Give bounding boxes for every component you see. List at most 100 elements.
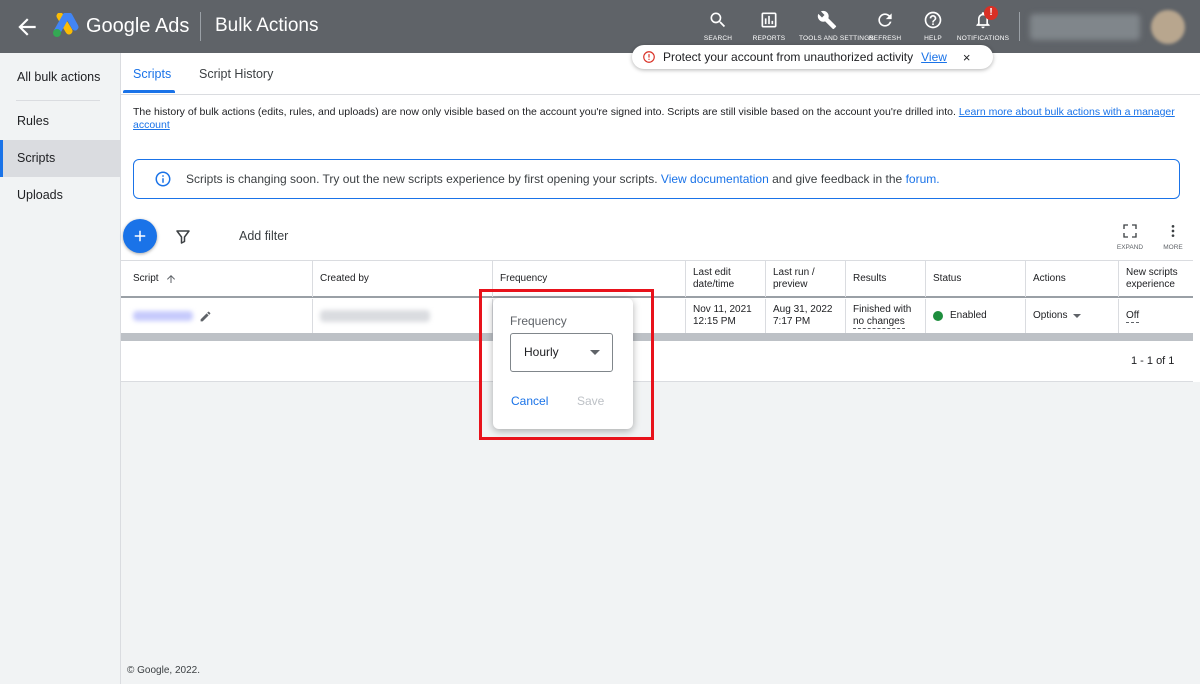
sidebar-divider bbox=[16, 100, 100, 101]
horizontal-scrollbar[interactable] bbox=[121, 333, 1193, 341]
page-title: Bulk Actions bbox=[215, 15, 319, 36]
account-info[interactable] bbox=[1030, 14, 1140, 40]
column-header-created-by[interactable]: Created by bbox=[313, 261, 493, 297]
help-button[interactable]: HELP bbox=[905, 10, 961, 46]
wrench-icon bbox=[817, 10, 837, 30]
search-button[interactable]: SEARCH bbox=[690, 10, 746, 46]
tab-scripts[interactable]: Scripts bbox=[133, 53, 171, 95]
close-icon[interactable]: × bbox=[963, 50, 971, 65]
column-header-new-scripts-experience[interactable]: New scripts experience bbox=[1119, 261, 1193, 297]
reports-label: REPORTS bbox=[752, 35, 786, 42]
options-caret-icon bbox=[1073, 314, 1082, 318]
frequency-selected-value: Hourly bbox=[524, 345, 559, 359]
table-header: Script Created by Frequency Last edit da… bbox=[121, 260, 1193, 298]
tools-label: TOOLS AND SETTINGS bbox=[799, 35, 874, 42]
sidebar-item-uploads[interactable]: Uploads bbox=[0, 177, 120, 214]
notifications-button[interactable]: ! NOTIFICATIONS bbox=[955, 6, 1011, 46]
notifications-label: NOTIFICATIONS bbox=[956, 35, 1010, 42]
sort-arrow-up-icon bbox=[166, 275, 175, 283]
cell-status: Enabled bbox=[926, 299, 1026, 333]
creator-redacted bbox=[320, 310, 430, 322]
forum-link[interactable]: forum bbox=[906, 172, 937, 186]
last-edit-time: 12:15 PM bbox=[693, 316, 736, 327]
tab-script-history[interactable]: Script History bbox=[199, 53, 273, 95]
brand-name: Google Ads bbox=[86, 15, 190, 37]
google-ads-logo bbox=[53, 13, 79, 37]
sidebar: All bulk actions Rules Scripts Uploads bbox=[0, 53, 121, 684]
table-row: Nov 11, 2021 12:15 PM Aug 31, 2022 7:17 … bbox=[121, 299, 1193, 333]
status-enabled-dot bbox=[933, 311, 943, 321]
add-script-button[interactable] bbox=[123, 219, 157, 253]
column-script-label: Script bbox=[133, 273, 159, 284]
sidebar-item-all-bulk-actions[interactable]: All bulk actions bbox=[0, 59, 120, 96]
cancel-button[interactable]: Cancel bbox=[511, 394, 548, 408]
edit-pencil-icon[interactable] bbox=[199, 310, 212, 323]
protect-account-banner: Protect your account from unauthorized a… bbox=[632, 45, 993, 69]
reports-button[interactable]: REPORTS bbox=[741, 10, 797, 46]
column-header-status[interactable]: Status bbox=[926, 261, 1026, 297]
column-header-last-edit[interactable]: Last edit date/time bbox=[686, 261, 766, 297]
expand-icon bbox=[1123, 224, 1137, 238]
script-name-redacted[interactable] bbox=[133, 311, 193, 321]
column-header-results[interactable]: Results bbox=[846, 261, 926, 297]
column-header-last-run[interactable]: Last run / preview bbox=[766, 261, 846, 297]
warning-icon bbox=[643, 51, 655, 63]
scripts-table-card: Add filter EXPAND MORE Script Created by… bbox=[121, 213, 1193, 382]
pagination-text: 1 - 1 of 1 bbox=[1131, 355, 1175, 367]
last-run-time: 7:17 PM bbox=[773, 316, 811, 327]
frequency-popup-label: Frequency bbox=[510, 314, 567, 328]
cell-last-edit: Nov 11, 2021 12:15 PM bbox=[686, 299, 766, 333]
results-line-2[interactable]: no changes bbox=[853, 316, 905, 329]
back-arrow-icon[interactable] bbox=[14, 14, 40, 40]
toolbar-divider bbox=[1019, 12, 1020, 41]
column-header-actions[interactable]: Actions bbox=[1026, 261, 1119, 297]
info-text-end: . bbox=[936, 172, 940, 186]
search-label: SEARCH bbox=[703, 35, 733, 42]
cell-actions[interactable]: Options bbox=[1026, 299, 1119, 333]
column-header-frequency[interactable]: Frequency bbox=[493, 261, 686, 297]
more-button[interactable]: MORE bbox=[1156, 223, 1190, 251]
expand-label: EXPAND bbox=[1116, 244, 1144, 251]
column-header-script[interactable]: Script bbox=[126, 261, 313, 297]
view-documentation-link[interactable]: View documentation bbox=[661, 172, 769, 186]
notice-message: The history of bulk actions (edits, rule… bbox=[133, 106, 956, 118]
more-label: MORE bbox=[1163, 244, 1183, 251]
frequency-select[interactable]: Hourly bbox=[510, 333, 613, 372]
protect-view-link[interactable]: View bbox=[921, 50, 947, 64]
brand-divider bbox=[200, 12, 201, 41]
cell-results[interactable]: Finished with no changes bbox=[846, 299, 926, 333]
avatar[interactable] bbox=[1151, 10, 1185, 44]
scrollbar-thumb[interactable] bbox=[121, 333, 1193, 341]
new-experience-toggle[interactable]: Off bbox=[1126, 310, 1140, 323]
info-text-middle: and give feedback in the bbox=[772, 172, 903, 186]
cell-new-scripts-experience[interactable]: Off bbox=[1119, 299, 1193, 333]
frequency-edit-popup: Frequency Hourly Cancel Save bbox=[493, 298, 633, 429]
chevron-down-icon bbox=[590, 350, 600, 355]
notice-area: The history of bulk actions (edits, rule… bbox=[121, 95, 1200, 213]
plus-icon bbox=[134, 230, 146, 242]
info-icon bbox=[155, 171, 171, 187]
more-vert-icon bbox=[1171, 225, 1175, 237]
cell-last-run: Aug 31, 2022 7:17 PM bbox=[766, 299, 846, 333]
cell-script-name[interactable] bbox=[126, 299, 313, 333]
notice-text: The history of bulk actions (edits, rule… bbox=[133, 106, 1183, 132]
sidebar-item-scripts[interactable]: Scripts bbox=[0, 140, 120, 177]
refresh-icon bbox=[878, 13, 892, 27]
tools-settings-button[interactable]: TOOLS AND SETTINGS bbox=[799, 10, 874, 46]
search-icon bbox=[710, 12, 726, 28]
help-icon bbox=[924, 11, 942, 29]
scripts-info-banner: Scripts is changing soon. Try out the ne… bbox=[133, 159, 1180, 199]
options-dropdown[interactable]: Options bbox=[1033, 310, 1067, 322]
sidebar-item-rules[interactable]: Rules bbox=[0, 103, 120, 140]
notification-badge: ! bbox=[984, 6, 998, 20]
save-button[interactable]: Save bbox=[577, 394, 604, 408]
help-label: HELP bbox=[924, 35, 942, 42]
active-tab-indicator bbox=[123, 90, 175, 93]
info-text: Scripts is changing soon. Try out the ne… bbox=[186, 172, 940, 186]
add-filter-button[interactable]: Add filter bbox=[239, 229, 288, 243]
protect-message: Protect your account from unauthorized a… bbox=[663, 50, 914, 64]
expand-button[interactable]: EXPAND bbox=[1113, 223, 1147, 251]
cell-created-by bbox=[313, 299, 493, 333]
info-text-start: Scripts is changing soon. Try out the ne… bbox=[186, 172, 658, 186]
filter-icon[interactable] bbox=[174, 228, 192, 246]
